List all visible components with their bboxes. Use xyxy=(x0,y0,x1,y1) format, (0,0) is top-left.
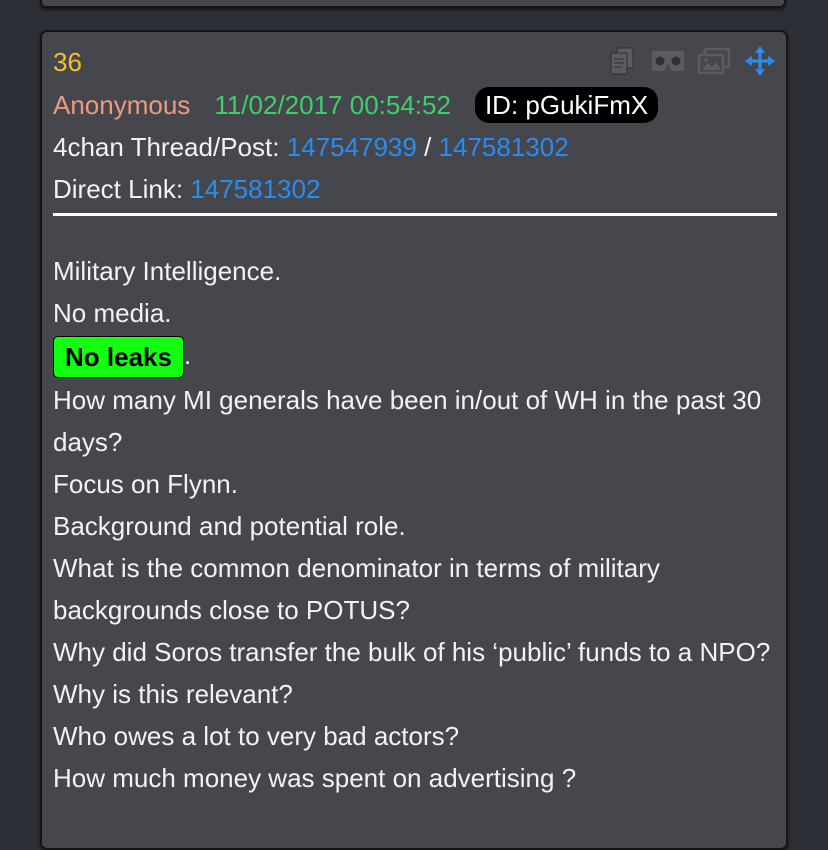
body-line: How many MI generals have been in/out of… xyxy=(53,385,762,458)
thread-post-line: 4chan Thread/Post: 147547939 / 147581302 xyxy=(53,129,569,165)
author-name: Anonymous xyxy=(53,89,191,120)
body-line: Background and potential role. xyxy=(53,511,406,542)
highlighted-text: No leaks xyxy=(53,336,184,379)
post-body: Military Intelligence. No media. No leak… xyxy=(53,250,783,799)
direct-link[interactable]: 147581302 xyxy=(190,174,320,204)
body-line: Focus on Flynn. xyxy=(53,469,238,500)
link-separator: / xyxy=(424,132,432,162)
thread-post-label: 4chan Thread/Post: xyxy=(53,132,280,162)
body-line: No media. xyxy=(53,298,172,328)
copy-icon[interactable] xyxy=(604,46,640,76)
header-divider xyxy=(53,213,777,216)
previous-post-card xyxy=(40,0,786,8)
poster-id-badge: ID: pGukiFmX xyxy=(474,87,659,123)
move-icon[interactable] xyxy=(742,46,778,76)
images-icon[interactable] xyxy=(696,46,732,76)
direct-link-line: Direct Link: 147581302 xyxy=(53,171,320,207)
post-toolbar xyxy=(604,46,778,76)
body-line: Why is this relevant? xyxy=(53,679,293,710)
direct-link-label: Direct Link: xyxy=(53,174,184,204)
body-line: Who owes a lot to very bad actors? xyxy=(53,721,460,752)
vr-headset-icon[interactable] xyxy=(650,46,686,76)
highlight-suffix: . xyxy=(183,340,192,370)
post-link[interactable]: 147581302 xyxy=(439,132,569,162)
body-line: Why did Soros transfer the bulk of his ‘… xyxy=(53,637,771,668)
thread-link[interactable]: 147547939 xyxy=(287,132,417,162)
body-line: Military Intelligence. xyxy=(53,256,282,286)
body-line: What is the common denominator in terms … xyxy=(53,553,660,626)
body-line: How much money was spent on advertising … xyxy=(53,763,577,794)
post-timestamp: 11/02/2017 00:54:52 xyxy=(214,89,451,120)
post-number: 36 xyxy=(53,47,82,77)
post-meta: Anonymous 11/02/2017 00:54:52 ID: pGukiF… xyxy=(53,87,659,123)
post-card: 36 Anonymous 11/02/2017 00:54:52 ID: pGu… xyxy=(40,30,788,850)
highlight-line: No leaks. xyxy=(53,334,783,379)
